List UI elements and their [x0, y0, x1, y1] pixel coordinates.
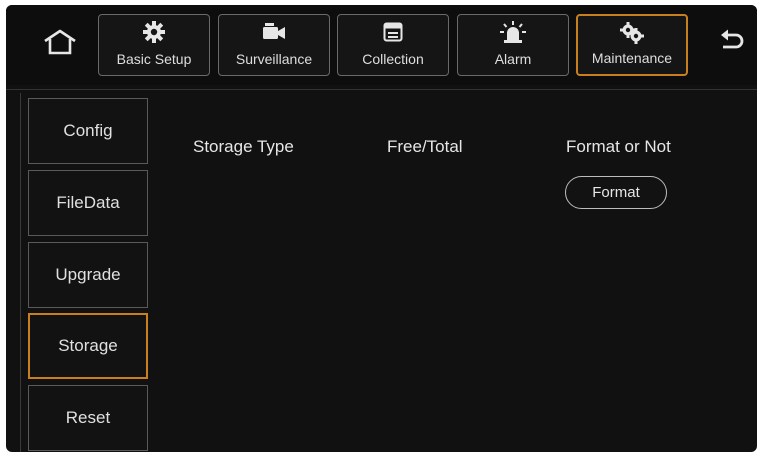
tab-label: Alarm: [494, 51, 532, 67]
header-divider: [6, 89, 757, 90]
sidebar-item-storage[interactable]: Storage: [28, 313, 148, 379]
top-navigation-bar: Basic Setup Surveillance Collection Alar…: [6, 5, 757, 85]
gears-icon: [620, 22, 644, 44]
column-header-format-or-not: Format or Not: [566, 137, 671, 156]
back-arrow-icon: [721, 29, 744, 49]
sidebar-item-reset[interactable]: Reset: [28, 385, 148, 451]
alarm-light-icon: [500, 21, 526, 43]
sidebar-item-label: Storage: [58, 336, 118, 355]
device-screen: Basic Setup Surveillance Collection Alar…: [6, 5, 757, 452]
format-button[interactable]: Format: [565, 176, 667, 209]
tab-label: Maintenance: [591, 50, 673, 66]
window-icon: [383, 21, 403, 43]
column-header-free-total: Free/Total: [387, 137, 463, 156]
home-icon: [44, 29, 76, 55]
back-button[interactable]: [713, 23, 749, 59]
sidebar-item-config[interactable]: Config: [28, 98, 148, 164]
tab-basic-setup[interactable]: Basic Setup: [98, 14, 210, 76]
tab-label: Collection: [362, 51, 424, 67]
tab-label: Basic Setup: [116, 51, 192, 67]
camera-icon: [262, 21, 286, 43]
sidebar-item-label: FileData: [56, 193, 120, 212]
tab-collection[interactable]: Collection: [337, 14, 449, 76]
home-button[interactable]: [40, 25, 80, 59]
tab-surveillance[interactable]: Surveillance: [218, 14, 330, 76]
sidebar-item-upgrade[interactable]: Upgrade: [28, 242, 148, 308]
sidebar-item-label: Upgrade: [55, 265, 121, 284]
tab-alarm[interactable]: Alarm: [457, 14, 569, 76]
sidebar-item-label: Reset: [65, 408, 111, 427]
sidebar-item-filedata[interactable]: FileData: [28, 170, 148, 236]
column-header-storage-type: Storage Type: [193, 137, 294, 156]
tab-maintenance[interactable]: Maintenance: [576, 14, 688, 76]
tab-label: Surveillance: [235, 51, 313, 67]
gear-icon: [143, 21, 165, 43]
sidebar-item-label: Config: [63, 121, 113, 140]
